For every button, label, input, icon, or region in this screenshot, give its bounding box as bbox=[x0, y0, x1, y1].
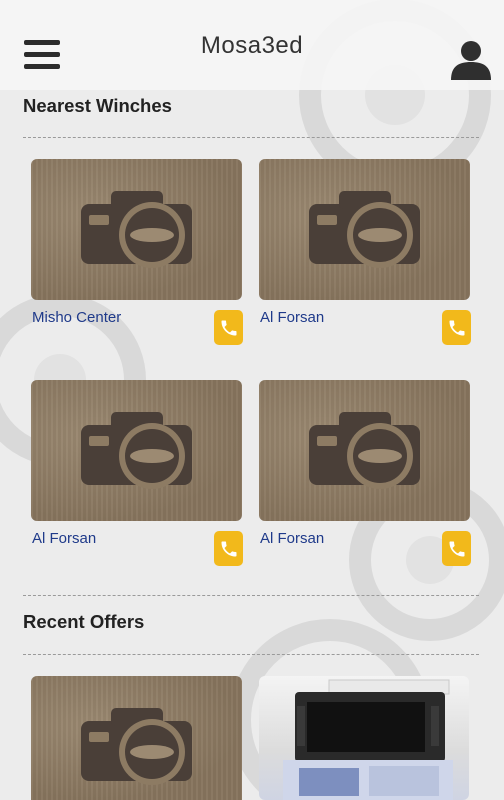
phone-icon bbox=[449, 541, 464, 556]
camera-placeholder-icon bbox=[309, 412, 420, 489]
camera-placeholder-icon bbox=[81, 191, 192, 268]
winch-card: Misho Center bbox=[31, 159, 243, 349]
offer-image[interactable] bbox=[259, 676, 469, 800]
phone-icon bbox=[449, 320, 464, 335]
section-divider bbox=[23, 654, 479, 655]
main-content: Nearest Winches Misho Center Al Forsan A… bbox=[0, 0, 504, 800]
camera-placeholder-icon bbox=[81, 708, 192, 785]
winch-image[interactable] bbox=[259, 380, 470, 521]
offer-image[interactable] bbox=[31, 676, 242, 800]
call-button[interactable] bbox=[442, 531, 471, 566]
winch-card: Al Forsan bbox=[259, 159, 471, 349]
section-title-recent-offers: Recent Offers bbox=[23, 611, 145, 632]
winch-name[interactable]: Al Forsan bbox=[260, 309, 324, 326]
user-icon bbox=[451, 41, 491, 80]
winch-image[interactable] bbox=[31, 380, 242, 521]
car-stereo-photo bbox=[283, 679, 453, 800]
camera-placeholder-icon bbox=[81, 412, 192, 489]
call-button[interactable] bbox=[442, 310, 471, 345]
call-button[interactable] bbox=[214, 310, 243, 345]
winch-name[interactable]: Misho Center bbox=[32, 309, 121, 326]
winch-card: Al Forsan bbox=[259, 380, 471, 570]
winch-name[interactable]: Al Forsan bbox=[260, 530, 324, 547]
winch-card: Al Forsan bbox=[31, 380, 243, 570]
winch-image[interactable] bbox=[31, 159, 242, 300]
winch-image[interactable] bbox=[259, 159, 470, 300]
offer-card bbox=[259, 676, 470, 800]
phone-icon bbox=[221, 320, 236, 335]
camera-placeholder-icon bbox=[309, 191, 420, 268]
offer-card bbox=[31, 676, 242, 800]
section-divider bbox=[23, 137, 479, 138]
hamburger-icon-bar bbox=[24, 64, 60, 69]
profile-button[interactable] bbox=[449, 38, 493, 80]
call-button[interactable] bbox=[214, 531, 243, 566]
winch-name[interactable]: Al Forsan bbox=[32, 530, 96, 547]
app-title: Mosa3ed bbox=[200, 32, 304, 59]
section-title-nearest-winches: Nearest Winches bbox=[23, 95, 172, 116]
app-header: Mosa3ed bbox=[0, 0, 504, 90]
phone-icon bbox=[221, 541, 236, 556]
section-divider bbox=[23, 595, 479, 596]
